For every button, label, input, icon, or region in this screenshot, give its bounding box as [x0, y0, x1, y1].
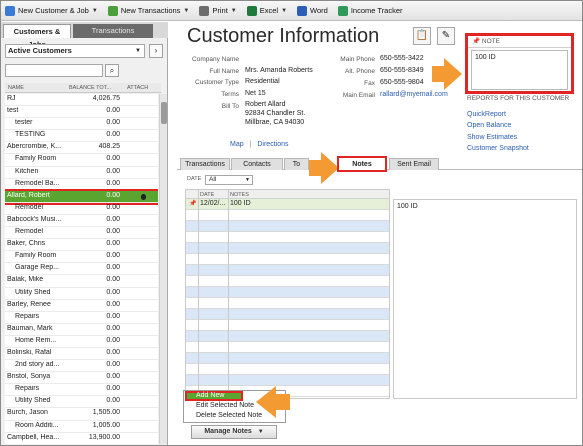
callout-arrow-notes-tab	[309, 152, 339, 184]
tab-notes[interactable]: Notes	[337, 156, 387, 172]
annotation-overlay	[256, 58, 462, 418]
callout-arrow-add-new	[256, 386, 290, 418]
callout-arrow-note	[432, 58, 462, 90]
